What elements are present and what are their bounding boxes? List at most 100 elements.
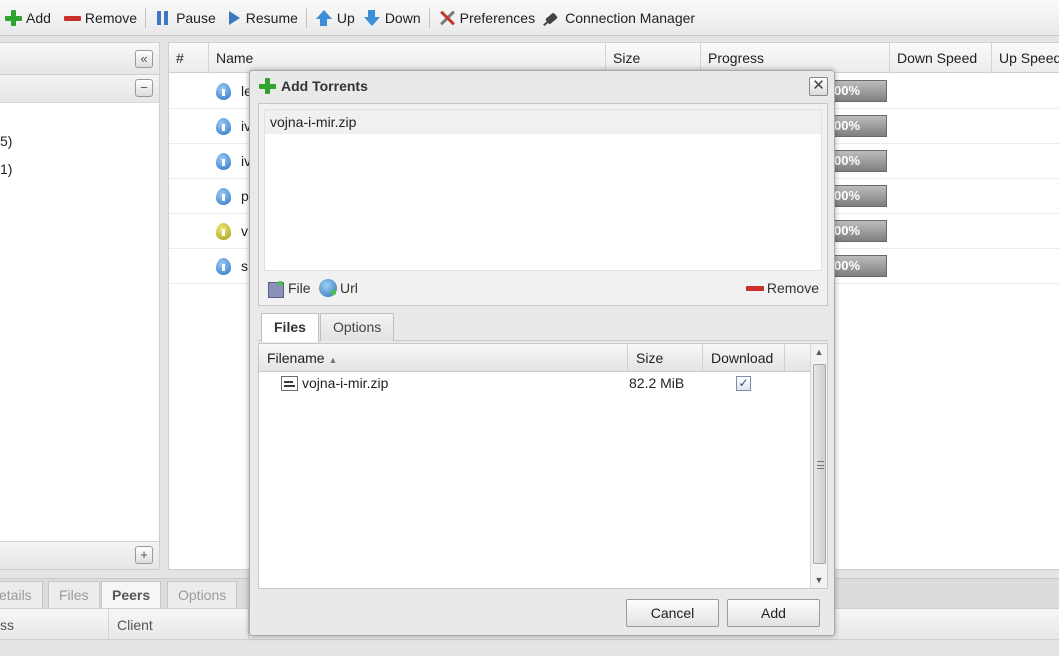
column-header-filler [785,344,811,372]
play-icon [224,9,242,27]
minus-icon: − [140,80,148,95]
files-scrollbar[interactable]: ▲ ▼ [810,344,827,588]
progress-bar: 00% [829,220,887,242]
column-header-name[interactable]: Name [209,43,606,73]
pause-label: Pause [176,9,216,26]
plus-icon [258,77,276,95]
progress-bar: 00% [829,185,887,207]
close-button[interactable]: ✕ [809,77,828,96]
file-size: 82.2 MiB [629,375,685,391]
sidebar-item[interactable]: 5) [0,127,159,155]
add-torrents-dialog: Add Torrents ✕ vojna-i-mir.zip File Url … [249,70,835,636]
torrent-source-panel: vojna-i-mir.zip File Url Remove [258,103,828,306]
file-add-icon [267,279,285,298]
column-header-client[interactable]: Client [109,609,249,641]
sidebar-footer: + [0,541,159,569]
column-header-address[interactable]: ss [0,609,109,641]
torrent-grid-header: # Name Size Progress Down Speed Up Speed [169,43,1059,73]
tools-icon [438,9,456,27]
files-grid: Filename ▲ Size Download vojna-i-mir.zip… [258,343,828,589]
file-name: vojna-i-mir.zip [302,375,389,391]
double-chevron-left-icon: « [140,51,148,66]
dialog-title: Add Torrents [281,78,368,94]
plus-icon [4,9,22,27]
seeding-icon [216,118,231,135]
scrollbar-thumb[interactable] [813,364,826,564]
remove-label: Remove [84,9,138,26]
plus-icon: + [140,547,148,562]
sidebar-section-header: − [0,75,159,103]
column-header-up-speed[interactable]: Up Speed [992,43,1059,73]
torrent-list-toolbar: File Url Remove [264,274,822,302]
progress-bar: 00% [829,115,887,137]
minus-icon [745,279,764,297]
add-label: Add [26,9,51,26]
progress-bar: 00% [829,150,887,172]
progress-bar: 00% [829,255,887,277]
download-checkbox[interactable]: ✓ [736,376,751,391]
torrent-list: vojna-i-mir.zip [264,109,822,271]
sidebar-header: « [0,43,159,75]
dialog-titlebar[interactable]: Add Torrents ✕ [250,71,834,101]
url-label: Url [340,280,358,296]
add-button[interactable]: Add [727,599,820,627]
add-file-button[interactable]: File [267,274,311,302]
torrent-name: s [241,258,248,274]
connection-manager-button[interactable]: Connection Manager [539,4,699,32]
seeding-icon [216,83,231,100]
main-toolbar: Add Remove Pause Resume Up Down Preferen… [0,0,1059,36]
connection-manager-label: Connection Manager [565,9,696,26]
file-row[interactable]: vojna-i-mir.zip 82.2 MiB ✓ [259,372,811,394]
remove-button[interactable]: Remove [59,4,141,32]
list-item[interactable]: vojna-i-mir.zip [265,110,821,134]
down-button[interactable]: Down [359,4,425,32]
column-header-progress[interactable]: Progress [701,43,890,73]
tab-peers[interactable]: Peers [101,581,162,609]
column-header-download[interactable]: Download [703,344,785,372]
tab-files[interactable]: Files [48,581,100,609]
grip-icon [817,461,824,469]
column-header-size[interactable]: Size [606,43,701,73]
sidebar-item[interactable]: 1) [0,155,159,183]
add-button[interactable]: Add [0,4,55,32]
toolbar-separator [428,7,430,28]
close-icon: ✕ [812,77,825,94]
column-header-size[interactable]: Size [628,344,703,372]
progress-bar: 00% [829,80,887,102]
resume-label: Resume [245,9,298,26]
up-label: Up [336,9,355,26]
resume-button[interactable]: Resume [220,4,302,32]
seeding-icon [216,258,231,275]
remove-torrent-button[interactable]: Remove [745,274,819,302]
torrent-name: v [241,223,248,239]
arrow-down-icon [363,9,381,27]
dialog-tabbar: Files Options [258,311,828,342]
pause-button[interactable]: Pause [150,4,220,32]
add-url-button[interactable]: Url [319,274,358,302]
toolbar-separator [305,7,307,28]
column-header-down-speed[interactable]: Down Speed [890,43,992,73]
filename-header-label: Filename [267,350,325,366]
remove-label: Remove [766,280,819,296]
down-label: Down [384,9,421,26]
collapse-sidebar-button[interactable]: « [135,50,153,68]
tab-options[interactable]: Options [320,313,395,341]
preferences-button[interactable]: Preferences [434,4,539,32]
column-header-filename[interactable]: Filename ▲ [259,344,628,372]
scroll-down-icon[interactable]: ▼ [811,572,827,588]
scroll-up-icon[interactable]: ▲ [811,344,827,360]
torrent-name: p [241,188,249,204]
up-button[interactable]: Up [311,4,359,32]
file-icon [281,376,298,391]
expand-section-button[interactable]: + [135,546,153,564]
tab-options[interactable]: Options [167,581,238,609]
column-header-number[interactable]: # [169,43,209,73]
cancel-button[interactable]: Cancel [626,599,719,627]
seeding-icon [216,188,231,205]
tab-details[interactable]: etails [0,581,43,609]
file-label: File [288,280,311,296]
collapse-section-button[interactable]: − [135,79,153,97]
tab-files[interactable]: Files [261,313,319,342]
minus-icon [63,9,81,27]
